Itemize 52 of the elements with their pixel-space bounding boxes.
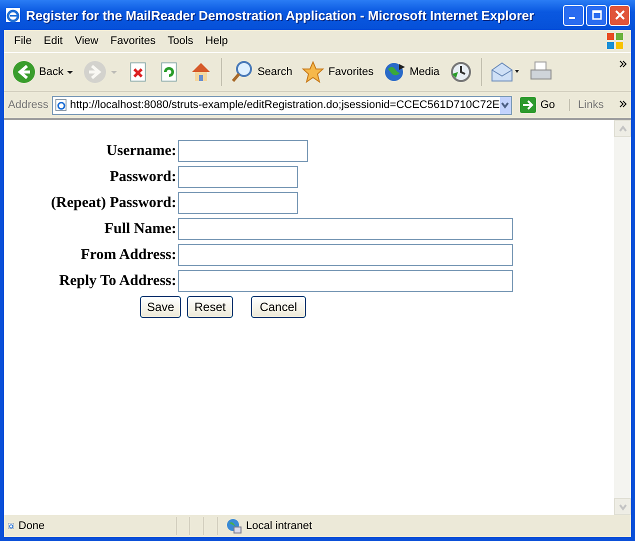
security-zone-text: Local intranet [246,520,314,532]
clock-icon [448,60,473,84]
envelope-icon [490,60,520,84]
text-field[interactable] [178,244,514,266]
minimize-button[interactable] [563,4,584,26]
field-label: Username: [106,142,176,158]
address-label: Address [8,99,48,111]
text-field[interactable] [178,166,298,188]
browser-icon [5,7,21,23]
text-field[interactable] [178,218,514,240]
field-label: Reply To Address: [59,272,176,288]
menu-item[interactable]: Tools [162,35,200,47]
links-button[interactable]: Links [569,99,604,111]
globe-icon [382,60,407,84]
windows-logo-icon [605,31,625,51]
maximize-button[interactable] [586,4,607,26]
maximize-icon [592,10,602,20]
menu-item[interactable]: View [68,35,104,47]
minimize-icon [568,17,574,19]
back-button[interactable]: Back [8,58,78,86]
status-text: Done [18,520,46,532]
arrow-icon [520,97,536,113]
favorites-button[interactable]: Favorites [297,58,378,86]
close-icon [614,10,624,20]
globe-icon [226,518,242,534]
text-field[interactable] [178,270,514,292]
media-button[interactable]: Media [378,58,444,86]
address-field[interactable]: http://localhost:8080/struts-example/editRegistration.do;jsessionid=CCEC561D710C72E [52,96,512,114]
text-field[interactable] [178,140,308,162]
form-button[interactable]: Save [140,296,182,318]
menu-item[interactable]: Favorites [104,35,162,47]
field-label: Password: [110,168,176,184]
caret-icon [66,68,74,76]
caret-icon [501,101,510,109]
form-button[interactable]: Reset [187,296,233,318]
dropdown-button[interactable] [500,96,512,114]
field-label: (Repeat) Password: [51,194,176,210]
form-button[interactable]: Cancel [250,296,306,318]
menu-item[interactable]: File [8,35,38,47]
search-button[interactable]: Search [226,58,296,86]
go-button[interactable]: Go [516,97,562,113]
page-icon [55,97,68,113]
field-label: From Address: [80,246,176,262]
menu-item[interactable]: Edit [38,35,69,47]
menu-item[interactable]: Help [199,35,234,47]
window-title: Register for the MailReader Demostration Application - Microsoft Internet Explorer [26,8,536,22]
text-field[interactable] [178,192,298,214]
caret-icon [110,68,118,76]
star-icon [301,60,326,84]
search-icon [230,60,254,84]
field-label: Full Name: [104,220,176,236]
close-button[interactable] [609,4,630,26]
